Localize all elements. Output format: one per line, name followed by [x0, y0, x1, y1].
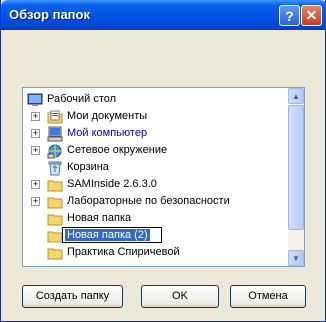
folder-icon — [47, 248, 63, 260]
tree-item-network[interactable]: + Сетевое окружение — [23, 143, 293, 159]
network-icon — [47, 144, 62, 159]
expand-icon[interactable]: + — [31, 129, 40, 138]
title-bar[interactable]: Обзор папок ? ✕ — [1, 0, 326, 30]
chevron-down-icon: ▼ — [292, 253, 300, 263]
desktop-icon — [27, 93, 43, 106]
browse-folder-dialog: Обзор папок ? ✕ Рабочий стол + Мои докум… — [0, 0, 326, 322]
tree-item-recycle-bin[interactable]: Корзина — [23, 160, 293, 176]
rename-text[interactable]: Новая папка (2) — [65, 229, 150, 241]
dialog-title: Обзор папок — [9, 7, 90, 22]
folder-icon — [47, 180, 63, 192]
expand-icon[interactable]: + — [31, 180, 40, 189]
folder-icon — [47, 197, 63, 209]
computer-icon — [47, 126, 63, 142]
folder-icon — [47, 231, 63, 243]
close-button[interactable]: ✕ — [301, 5, 322, 26]
tree-item-labs[interactable]: + Лабораторные по безопасности — [23, 194, 293, 210]
expand-icon[interactable]: + — [31, 197, 40, 206]
documents-icon — [47, 110, 63, 124]
vertical-scrollbar[interactable]: ▲ ▼ — [288, 88, 304, 266]
chevron-up-icon: ▲ — [292, 91, 300, 101]
help-icon: ? — [285, 7, 294, 24]
tree-item-practice[interactable]: Практика Спиричевой — [23, 245, 293, 261]
close-icon: ✕ — [305, 7, 318, 23]
help-button[interactable]: ? — [279, 5, 300, 26]
tree-item-saminside[interactable]: + SAMInside 2.6.3.0 — [23, 177, 293, 193]
expand-icon[interactable]: + — [31, 112, 40, 121]
tree-item-my-documents[interactable]: + Мои документы — [23, 109, 293, 125]
ok-button[interactable]: OK — [141, 285, 219, 308]
cancel-button[interactable]: Отмена — [230, 285, 306, 308]
scroll-down-button[interactable]: ▼ — [288, 250, 304, 266]
tree-item-new-folder[interactable]: Новая папка — [23, 211, 293, 227]
create-folder-button[interactable]: Создать папку — [22, 285, 123, 308]
rename-input[interactable]: Новая папка (2) — [62, 227, 162, 243]
recycle-bin-icon — [48, 161, 62, 176]
tree-item-my-computer[interactable]: + Мой компьютер — [23, 126, 293, 142]
scroll-up-button[interactable]: ▲ — [288, 88, 304, 104]
scroll-thumb[interactable] — [288, 105, 304, 230]
expand-icon[interactable]: + — [31, 146, 40, 155]
folder-icon — [47, 214, 63, 226]
